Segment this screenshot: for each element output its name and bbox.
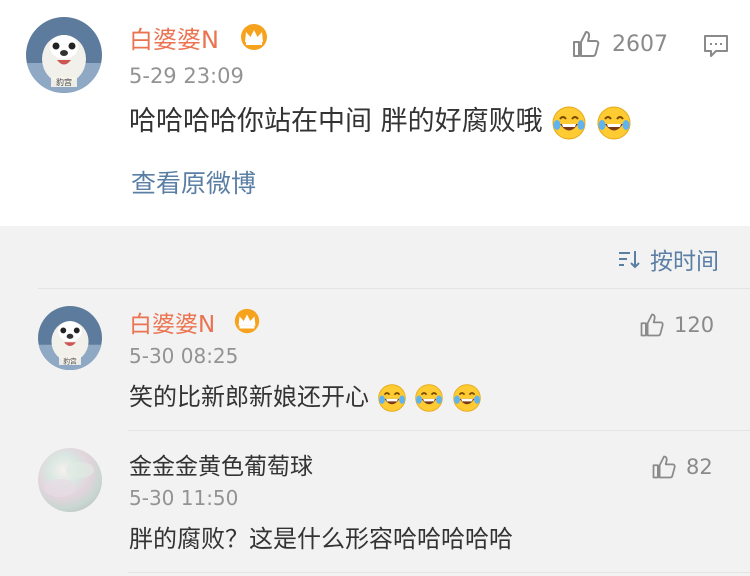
crown-icon bbox=[234, 308, 260, 334]
like-count: 2607 bbox=[612, 31, 668, 57]
reply-text: 胖的腐败？这是什么形容哈哈哈哈哈 bbox=[129, 525, 513, 553]
avatar[interactable] bbox=[38, 448, 102, 512]
main-comment: 豹宫 白婆婆N 5-29 23:09 2607 哈哈哈哈你站在中间 胖的好腐败哦 bbox=[0, 0, 750, 226]
divider bbox=[38, 288, 750, 289]
username[interactable]: 白婆婆N bbox=[129, 309, 215, 341]
sort-icon bbox=[619, 251, 640, 269]
thumbs-up-icon bbox=[573, 31, 600, 57]
laugh-cry-icon bbox=[552, 106, 586, 139]
view-original-link[interactable]: 查看原微博 bbox=[131, 166, 256, 202]
comment-icon[interactable] bbox=[702, 32, 730, 60]
laugh-cry-icon bbox=[377, 384, 406, 412]
svg-text:豹宫: 豹宫 bbox=[56, 77, 72, 87]
like-button[interactable]: 82 bbox=[650, 453, 713, 481]
divider bbox=[128, 572, 750, 573]
laugh-cry-icon bbox=[453, 384, 481, 412]
comment-text-label: 哈哈哈哈你站在中间 胖的好腐败哦 bbox=[129, 106, 543, 137]
like-button[interactable]: 120 bbox=[638, 311, 714, 339]
thumbs-up-icon bbox=[652, 455, 676, 479]
svg-text:豹宫: 豹宫 bbox=[63, 356, 77, 365]
like-count: 120 bbox=[674, 313, 715, 337]
username[interactable]: 金金金黄色葡萄球 bbox=[129, 451, 313, 483]
sort-button[interactable]: 按时间 bbox=[616, 242, 719, 276]
comment-time: 5-29 23:09 bbox=[129, 64, 244, 88]
reply-time: 5-30 11:50 bbox=[129, 486, 239, 510]
like-button[interactable]: 2607 bbox=[570, 28, 668, 60]
avatar[interactable]: 豹宫 bbox=[26, 17, 102, 93]
reply-text-label: 笑的比新郎新娘还开心 bbox=[129, 383, 369, 411]
sort-label: 按时间 bbox=[650, 249, 719, 275]
avatar[interactable]: 豹宫 bbox=[38, 306, 102, 370]
comment-text: 哈哈哈哈你站在中间 胖的好腐败哦 bbox=[129, 103, 632, 141]
laugh-cry-icon bbox=[415, 384, 444, 412]
like-count: 82 bbox=[686, 455, 713, 479]
laugh-cry-icon bbox=[597, 106, 631, 139]
crown-icon bbox=[241, 24, 267, 50]
reply-text: 笑的比新郎新娘还开心 bbox=[129, 380, 482, 414]
reply-time: 5-30 08:25 bbox=[129, 344, 239, 368]
username[interactable]: 白婆婆N bbox=[129, 23, 219, 57]
divider bbox=[128, 430, 750, 431]
weibo-comment-page: 豹宫 白婆婆N 5-29 23:09 2607 哈哈哈哈你站在中间 胖的好腐败哦 bbox=[0, 0, 750, 576]
thumbs-up-icon bbox=[640, 313, 664, 337]
